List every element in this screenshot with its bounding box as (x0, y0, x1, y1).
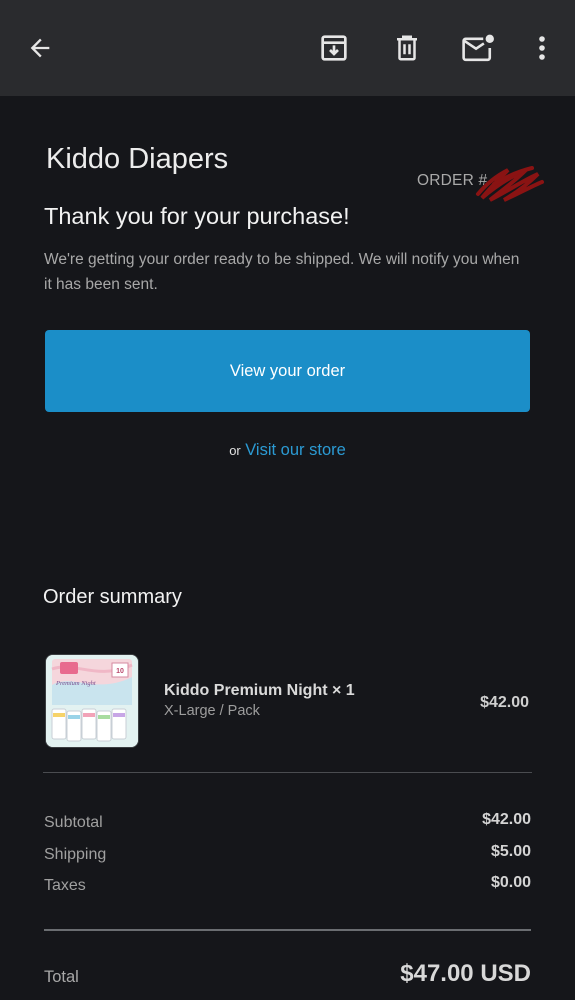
thank-you-heading: Thank you for your purchase! (44, 203, 350, 229)
trash-icon[interactable] (389, 30, 425, 66)
mark-unread-icon[interactable] (460, 30, 496, 66)
thumbnail-count: 10 (116, 668, 124, 675)
total-divider (44, 929, 531, 931)
order-summary-title: Order summary (43, 586, 182, 608)
taxes-label: Taxes (44, 877, 86, 894)
product-price: $42.00 (480, 694, 529, 711)
taxes-value: $0.00 (490, 874, 531, 891)
or-text: or (229, 443, 241, 458)
total-label: Total (44, 968, 79, 986)
store-link-row: or Visit our store (0, 441, 575, 460)
redaction-scribble (474, 164, 546, 211)
thumbnail-label: Premium Night (55, 680, 96, 687)
total-value: $47.00 USD (400, 960, 531, 987)
shipping-label: Shipping (44, 846, 107, 863)
intro-text: We're getting your order ready to be shi… (44, 251, 520, 293)
back-arrow-icon[interactable] (22, 30, 58, 66)
product-thumbnail: 10 Premium Night (45, 654, 139, 748)
subtotal-value: $42.00 (482, 811, 531, 828)
view-order-button[interactable]: View your order (45, 330, 530, 412)
visit-store-link[interactable]: Visit our store (245, 441, 346, 459)
app-bar (0, 0, 575, 96)
product-variant: X-Large / Pack (164, 703, 260, 719)
subtotal-label: Subtotal (44, 814, 103, 831)
shipping-value: $5.00 (490, 843, 531, 860)
archive-icon[interactable] (316, 30, 352, 66)
email-body (0, 96, 575, 1000)
store-name: Kiddo Diapers (46, 143, 229, 175)
product-name: Kiddo Premium Night × 1 (164, 682, 355, 699)
more-options-icon[interactable] (524, 30, 560, 66)
summary-divider (43, 772, 532, 773)
